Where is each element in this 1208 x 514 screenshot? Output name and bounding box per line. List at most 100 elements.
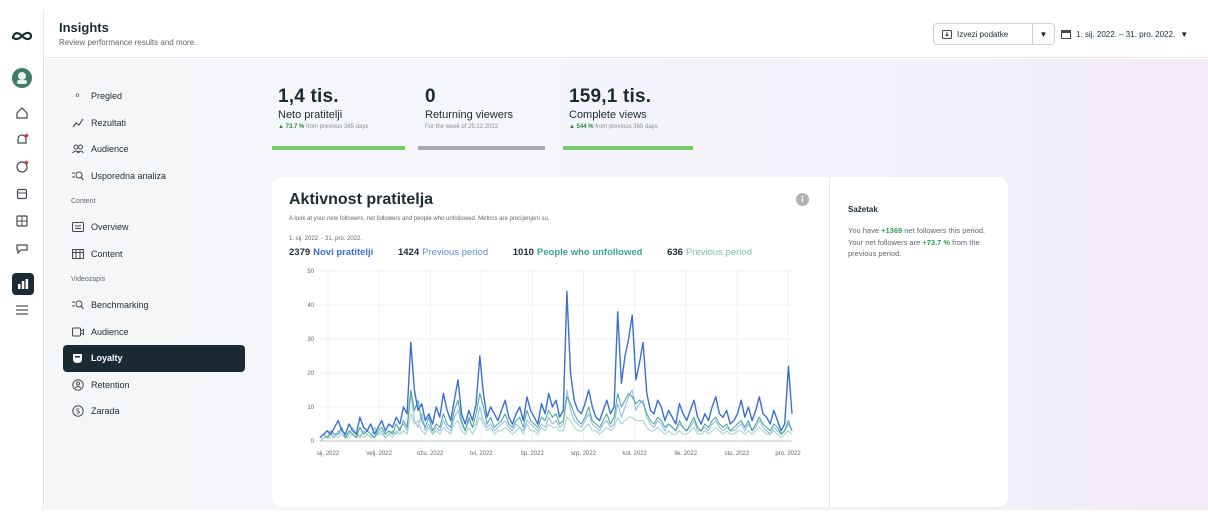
audience-icon — [71, 143, 84, 156]
x-tick-label: ile. 2022 — [674, 451, 697, 457]
info-icon[interactable]: i — [796, 193, 809, 206]
nav-item-label: Benchmarking — [91, 300, 149, 311]
date-range-label: 1. sij. 2022. – 31. pro. 2022. — [1076, 29, 1176, 39]
content-area: ⚬ Pregled Rezultati Audience Usporedna a… — [45, 59, 1208, 510]
stat-label: Returning viewers — [425, 109, 514, 121]
x-tick-label: srp. 2022 — [571, 451, 597, 457]
stat-subtext: For the week of 25.12.2022 — [425, 124, 499, 130]
follower-activity-chart: 0 10 20 30 40 50 sij. 2022 velj. 2022 ožu. 2022 t… — [307, 269, 801, 457]
nav-section-video: Videozapis — [71, 276, 106, 283]
x-tick-label: sij. 2022 — [317, 451, 340, 457]
inbox-icon[interactable] — [0, 234, 44, 262]
y-tick-label: 20 — [307, 371, 314, 377]
export-data-label: Izvezi podatke — [957, 29, 1009, 39]
overview-icon — [71, 221, 84, 234]
nav-item-label: Retention — [91, 379, 130, 390]
export-icon — [942, 30, 952, 39]
export-dropdown-button[interactable]: ▼ — [1033, 23, 1055, 45]
posts-icon[interactable] — [0, 180, 44, 208]
legend-item-new-followers[interactable]: 2379 Novi pratitelji — [289, 247, 384, 258]
nav-item-zarada[interactable]: $ Zarada — [63, 398, 245, 425]
card-divider — [829, 177, 830, 507]
x-tick-label: lip. 2022 — [521, 451, 544, 457]
home-icon[interactable] — [0, 99, 44, 127]
legend-item-previous-period[interactable]: 1424 Previous period — [398, 247, 499, 258]
benchmark-icon — [71, 299, 84, 312]
caret-down-icon: ▼ — [1039, 29, 1048, 39]
legend-item-previous-period-unfollowed[interactable]: 636 Previous period — [667, 247, 763, 258]
nav-item-benchmarking[interactable]: Benchmarking — [63, 292, 245, 319]
nav-item-video-audience[interactable]: Audience — [63, 319, 245, 346]
nav-item-usporedna-analiza[interactable]: Usporedna analiza — [63, 163, 245, 190]
nav-item-label: Rezultati — [91, 117, 127, 128]
series-unfollowed-line — [319, 389, 793, 439]
y-tick-label: 0 — [311, 439, 315, 445]
nav-item-pregled[interactable]: ⚬ Pregled — [63, 83, 245, 110]
date-range-picker[interactable]: 1. sij. 2022. – 31. pro. 2022. ▼ — [1061, 23, 1188, 45]
page-subtitle: Review performance results and more. — [59, 38, 197, 47]
nav-item-content[interactable]: Content — [63, 241, 245, 268]
video-audience-icon — [71, 325, 84, 338]
stat-change: ▲ 73.7 % from previous 365 days — [278, 124, 369, 130]
svg-text:$: $ — [75, 407, 80, 416]
stat-indicator-bar — [563, 146, 693, 150]
calendar-icon — [1061, 30, 1071, 39]
table-icon — [71, 247, 84, 260]
dollar-icon: $ — [71, 405, 84, 418]
stat-returning-viewers[interactable]: 0 Returning viewers For the week of 25.1… — [425, 86, 513, 130]
y-tick-label: 10 — [307, 405, 314, 411]
x-tick-label: tvi. 2022 — [470, 451, 493, 457]
chart-legend: 2379 Novi pratitelji 1424 Previous period … — [289, 247, 774, 258]
stat-value: 1,4 tis. — [278, 86, 339, 107]
nav-item-rezultati[interactable]: Rezultati — [63, 110, 245, 137]
insights-nav: ⚬ Pregled Rezultati Audience Usporedna a… — [63, 83, 245, 425]
stat-indicator-bar — [418, 146, 545, 150]
nav-item-label: Pregled — [91, 91, 123, 102]
summary-text: You have +1369 net followers this period… — [848, 226, 986, 259]
stat-indicator-bar — [272, 146, 405, 150]
benchmark-icon — [71, 169, 84, 182]
insights-icon[interactable] — [12, 273, 34, 295]
results-icon — [71, 116, 84, 129]
series-new-followers-line — [319, 290, 793, 439]
summary-title: Sažetak — [848, 205, 878, 214]
nav-section-content: Content — [71, 198, 96, 205]
x-tick-label: ožu. 2022 — [417, 451, 444, 457]
nav-item-audience[interactable]: Audience — [63, 136, 245, 163]
stat-complete-views[interactable]: 159,1 tis. Complete views ▲ 544 % from p… — [569, 86, 658, 130]
nav-item-label: Usporedna analiza — [91, 170, 167, 181]
notifications-icon[interactable] — [0, 126, 44, 154]
y-tick-label: 50 — [307, 269, 314, 275]
menu-icon[interactable] — [0, 296, 44, 324]
export-data-button[interactable]: Izvezi podatke — [933, 23, 1033, 45]
top-header: Insights Review performance results and … — [45, 10, 1208, 58]
nav-item-label: Content — [91, 248, 123, 259]
loyalty-icon — [71, 352, 84, 365]
y-tick-label: 30 — [307, 337, 314, 343]
legend-item-unfollowed[interactable]: 1010 People who unfollowed — [513, 247, 654, 258]
stat-label: Complete views — [569, 109, 647, 121]
series-previous-unfollowed-line — [319, 413, 793, 442]
x-tick-label: kol. 2022 — [622, 451, 647, 457]
stat-change: ▲ 544 % from previous 365 days — [569, 124, 658, 130]
x-tick-label: velj. 2022 — [366, 451, 392, 457]
caret-down-icon: ▼ — [1180, 29, 1189, 39]
y-tick-label: 40 — [307, 303, 314, 309]
meta-logo-icon[interactable] — [0, 22, 44, 50]
stat-net-followers[interactable]: 1,4 tis. Neto pratitelji ▲ 73.7 % from p… — [278, 86, 368, 130]
avatar[interactable] — [0, 64, 44, 92]
card-description: A look at your new followers, net follow… — [289, 216, 550, 222]
nav-item-loyalty[interactable]: Loyalty — [63, 345, 245, 372]
x-tick-label: stu. 2022 — [725, 451, 750, 457]
stat-value: 159,1 tis. — [569, 86, 652, 107]
page-title: Insights — [59, 20, 109, 35]
chat-icon[interactable] — [0, 153, 44, 181]
left-rail — [0, 10, 44, 510]
follower-activity-card: Aktivnost pratitelja i A look at your ne… — [272, 177, 1008, 507]
nav-item-overview[interactable]: Overview — [63, 214, 245, 241]
content-icon[interactable] — [0, 207, 44, 235]
nav-item-retention[interactable]: Retention — [63, 372, 245, 399]
stat-label: Neto pratitelji — [278, 109, 343, 121]
nav-item-label: Zarada — [91, 406, 120, 417]
nav-item-label: Overview — [91, 222, 129, 233]
